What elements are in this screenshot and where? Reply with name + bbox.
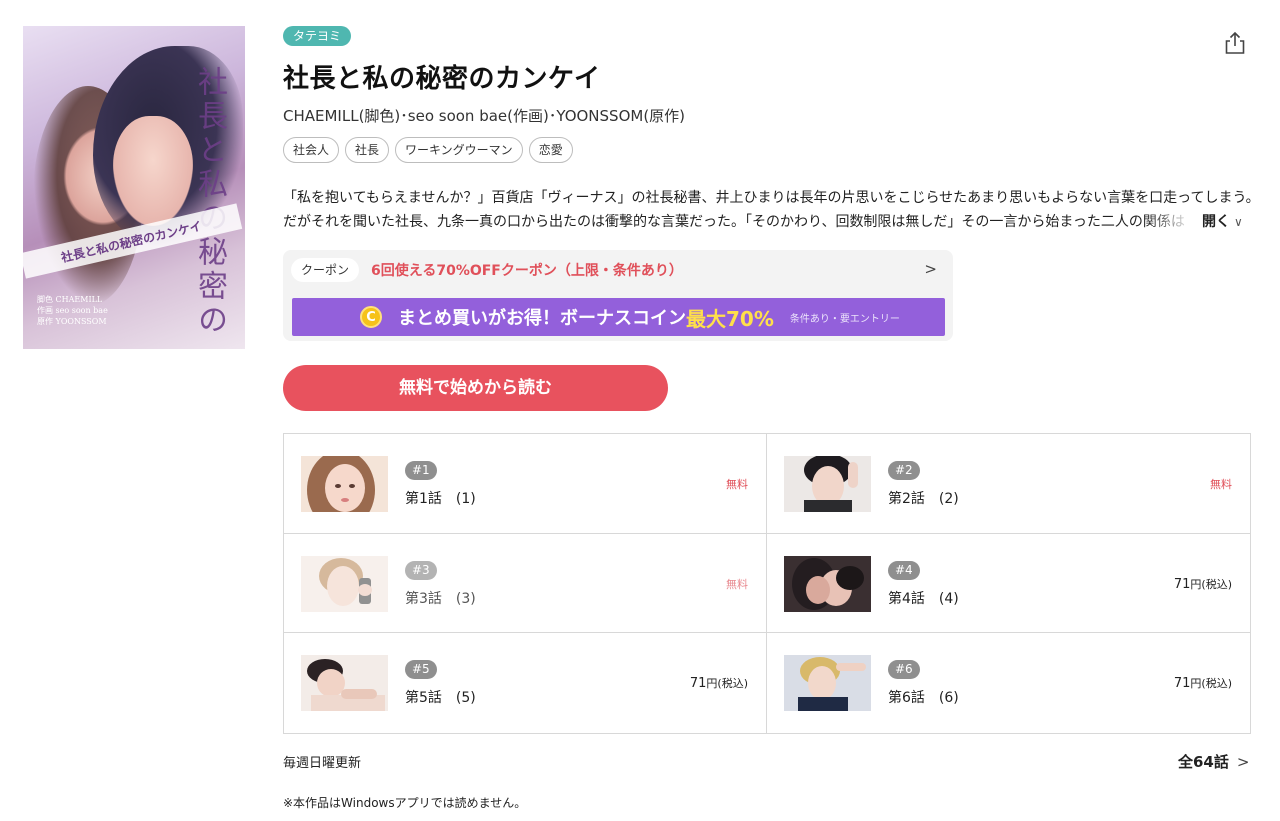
- episode-title: 第1話 (1): [405, 491, 476, 507]
- episode-price-value: 71: [1173, 576, 1191, 592]
- episode-price: 71円(税込): [1174, 675, 1232, 691]
- update-schedule: 毎週日曜更新: [283, 756, 362, 771]
- windows-note: ※本作品はWindowsアプリでは読めません。: [283, 796, 527, 810]
- episode-item[interactable]: #1 第1話 (1) 無料: [284, 434, 767, 534]
- share-button[interactable]: [1222, 30, 1248, 56]
- episode-title: 第6話 (6): [888, 690, 959, 707]
- episode-title: 第2話 (2): [888, 491, 959, 507]
- coupon-row[interactable]: クーポン 6回使える70%OFFクーポン（上限・条件あり） >: [291, 258, 945, 282]
- page-title: 社長と私の秘密のカンケイ: [283, 64, 601, 94]
- tag[interactable]: 社会人: [283, 137, 340, 163]
- episode-thumbnail: [784, 655, 871, 712]
- tag[interactable]: ワーキングウーマン: [395, 137, 523, 163]
- episode-price-free: 無料: [1210, 478, 1232, 491]
- cover-credits: 脚色 CHAEMILL 作画 seo soon bae 原作 YOONSSOM: [37, 294, 108, 327]
- episode-item[interactable]: #4 第4話 (4) 71円(税込): [767, 534, 1250, 634]
- episode-item[interactable]: #6 第6話 (6) 71円(税込): [767, 633, 1250, 733]
- episode-thumbnail: [301, 555, 388, 612]
- episode-title: 第4話 (4): [888, 590, 959, 607]
- episode-price: 71円(税込): [1174, 576, 1232, 592]
- coin-icon: C: [360, 306, 382, 328]
- episode-count: 全64話: [1178, 753, 1229, 771]
- cover-credit-line: 作画 seo soon bae: [37, 306, 108, 315]
- coupon-box: クーポン 6回使える70%OFFクーポン（上限・条件あり） > C まとめ買いが…: [283, 250, 953, 341]
- chevron-right-icon: >: [924, 260, 937, 278]
- episode-number: #2: [888, 461, 920, 480]
- cover-vertical-title: 社長と私の秘密の: [192, 66, 227, 338]
- read-from-start-button[interactable]: 無料で始めから読む: [283, 365, 668, 411]
- cover-image[interactable]: 社長と私の秘密の 社長と私の秘密のカンケイ 脚色 CHAEMILL 作画 seo…: [23, 26, 245, 349]
- episode-item[interactable]: #2 第2話 (2) 無料: [767, 434, 1250, 534]
- description-line: 「私を抱いてもらえませんか？」百貨店「ヴィーナス」の社長秘書、井上ひまりは長年の…: [283, 190, 1253, 206]
- episode-price-unit: 円(税込): [1190, 677, 1232, 691]
- share-icon: [1225, 31, 1245, 54]
- cover-art-face-man: [113, 116, 193, 226]
- chevron-down-icon: ∨: [1234, 215, 1243, 229]
- promo-highlight: 最大70%: [686, 306, 774, 331]
- episode-thumbnail: [784, 555, 871, 612]
- all-episodes-link[interactable]: 全64話 >: [1178, 751, 1249, 772]
- chevron-right-icon: >: [1236, 753, 1250, 771]
- episode-number: #6: [888, 660, 920, 680]
- episode-price-value: 71: [689, 676, 707, 692]
- tag-list: 社会人 社長 ワーキングウーマン 恋愛: [283, 137, 573, 163]
- promo-conditions: 条件あり・要エントリー: [789, 313, 900, 325]
- episode-price-value: 71: [1173, 676, 1191, 692]
- cover-credit-line: 原作 YOONSSOM: [37, 317, 107, 326]
- episode-title: 第3話 (3): [405, 590, 476, 607]
- coupon-text: 6回使える70%OFFクーポン（上限・条件あり）: [371, 263, 683, 279]
- episode-number: #1: [405, 461, 437, 480]
- description-line: だがそれを聞いた社長、九条一真の口から出たのは衝撃的な言葉だった。「そのかわり、…: [283, 214, 1185, 230]
- description: 「私を抱いてもらえませんか？」百貨店「ヴィーナス」の社長秘書、井上ひまりは長年の…: [283, 186, 1253, 234]
- episode-item[interactable]: #5 第5話 (5) 71円(税込): [284, 633, 767, 733]
- episode-number: #4: [888, 560, 920, 580]
- episode-thumbnail: [301, 655, 388, 712]
- expand-description-button[interactable]: 開く ∨: [1202, 210, 1243, 234]
- coupon-pill: クーポン: [291, 258, 360, 282]
- episode-title: 第5話 (5): [405, 690, 476, 707]
- episode-price-unit: 円(税込): [1190, 577, 1232, 591]
- episode-price-free: 無料: [726, 577, 748, 591]
- episode-price-unit: 円(税込): [706, 677, 748, 691]
- format-badge: タテヨミ: [283, 26, 352, 46]
- tag[interactable]: 恋愛: [528, 137, 573, 163]
- authors: CHAEMILL(脚色)･seo soon bae(作画)･YOONSSOM(原…: [283, 107, 686, 125]
- tag[interactable]: 社長: [345, 137, 390, 163]
- episode-thumbnail: [301, 456, 388, 512]
- episode-item[interactable]: #3 第3話 (3) 無料: [284, 533, 767, 634]
- promo-main-text: まとめ買いがお得！ボーナスコイン: [398, 308, 686, 329]
- episode-number: #3: [405, 560, 437, 580]
- episode-thumbnail: [784, 456, 871, 512]
- episode-number: #5: [405, 660, 437, 680]
- bonus-coin-banner[interactable]: C まとめ買いがお得！ボーナスコイン 最大70% 条件あり・要エントリー: [292, 298, 945, 336]
- cover-credit-line: 脚色 CHAEMILL: [37, 295, 103, 304]
- episode-price-free: 無料: [726, 478, 748, 491]
- episode-price: 71円(税込): [690, 675, 748, 691]
- expand-label: 開く: [1202, 214, 1230, 230]
- episode-list: #1 第1話 (1) 無料 #2 第2話 (2) 無料 #3 第3話 (3) 無…: [283, 433, 1251, 734]
